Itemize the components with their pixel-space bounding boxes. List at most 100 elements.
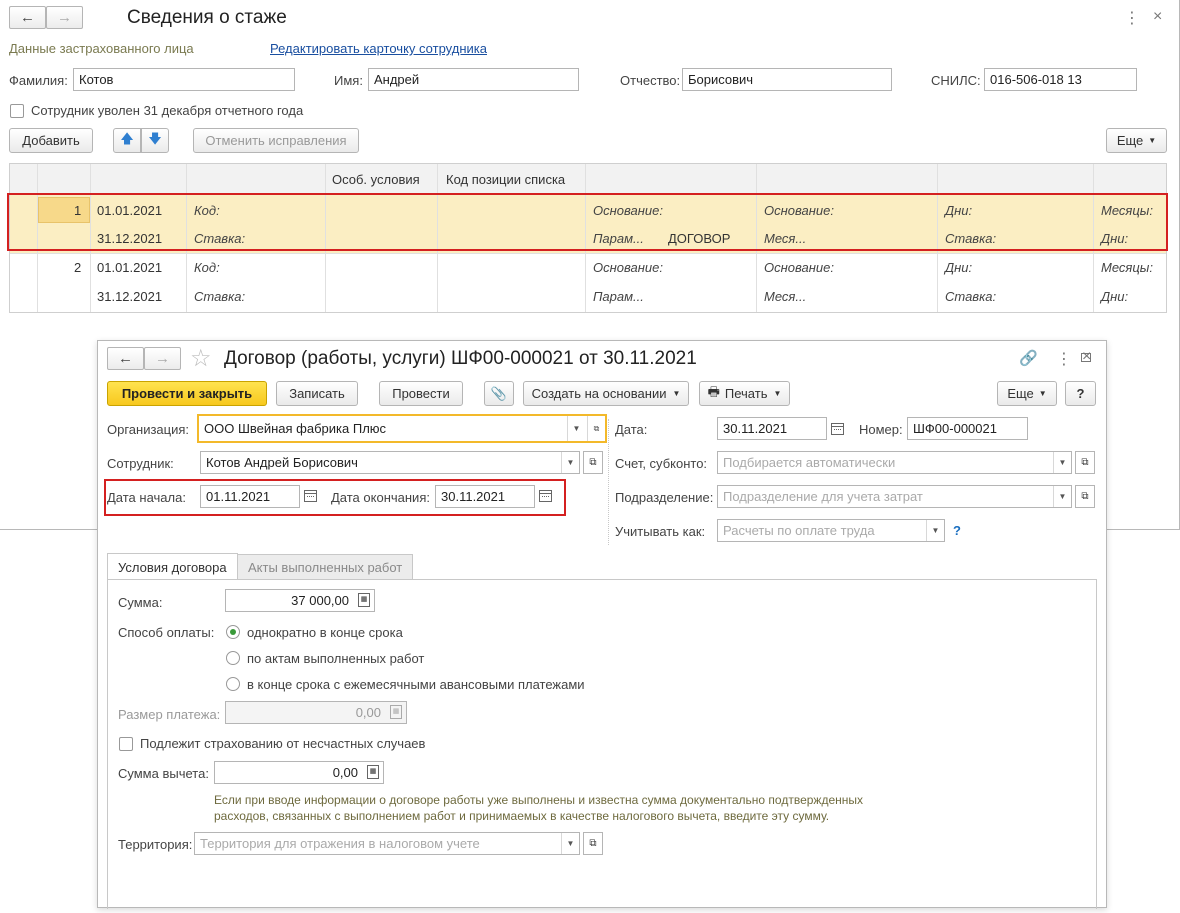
account-as-placeholder: Расчеты по оплате труда <box>723 523 875 538</box>
highlight-frame-row <box>7 193 1168 251</box>
employee-label: Сотрудник: <box>107 456 174 471</box>
payment-option-monthly[interactable] <box>226 677 240 691</box>
tab-acts[interactable]: Акты выполненных работ <box>237 554 414 580</box>
number-field[interactable]: ШФ00-000021 <box>907 417 1028 440</box>
open-icon[interactable]: ⧉ <box>587 416 605 441</box>
deduction-hint-line-2: расходов, связанных с выполнением работ … <box>214 809 830 823</box>
more-menu-icon[interactable]: ⋮ <box>1124 8 1140 28</box>
forward-button[interactable]: → <box>144 347 181 370</box>
post-button[interactable]: Провести <box>379 381 463 406</box>
dismissed-checkbox[interactable] <box>10 104 24 118</box>
more-button-label: Еще <box>1116 133 1144 148</box>
dropdown-arrow-icon[interactable]: ▼ <box>561 833 579 854</box>
create-based-button[interactable]: Создать на основании ▼ <box>523 381 689 406</box>
chevron-down-icon: ▼ <box>672 389 681 398</box>
close-icon[interactable]: × <box>1082 348 1091 366</box>
add-button[interactable]: Добавить <box>9 128 93 153</box>
sum-field[interactable]: 37 000,00 ▦ <box>225 589 375 612</box>
open-territory-button[interactable]: ⧉ <box>583 832 603 855</box>
deduction-label: Сумма вычета: <box>118 766 209 781</box>
column-divider <box>608 419 609 545</box>
print-button[interactable]: 🖶 Печать ▼ <box>699 381 790 406</box>
dropdown-arrow-icon[interactable]: ▼ <box>1053 486 1071 507</box>
department-placeholder: Подразделение для учета затрат <box>723 489 923 504</box>
chevron-down-icon: ▼ <box>1148 136 1157 145</box>
attach-button[interactable]: 📎 <box>484 381 514 406</box>
row-number: 2 <box>74 260 82 275</box>
dropdown-arrow-icon[interactable]: ▼ <box>926 520 944 541</box>
help-button[interactable]: ? <box>1065 381 1096 406</box>
territory-field[interactable]: Территория для отражения в налоговом уче… <box>194 832 580 855</box>
calendar-icon[interactable] <box>831 423 844 435</box>
surname-field[interactable]: Котов <box>73 68 295 91</box>
employee-field[interactable]: Котов Андрей Борисович ▼ <box>200 451 580 474</box>
territory-label: Территория: <box>118 837 193 852</box>
account-field[interactable]: Подбирается автоматически ▼ <box>717 451 1072 474</box>
organization-field[interactable]: ООО Швейная фабрика Плюс ▼ ⧉ <box>197 414 607 443</box>
highlight-frame-dates <box>104 479 566 516</box>
row-mesya: Меся... <box>764 289 807 304</box>
insurance-checkbox-label: Подлежит страхованию от несчастных случа… <box>140 736 426 751</box>
more-button[interactable]: Еще ▼ <box>997 381 1057 406</box>
table-header <box>10 164 1166 194</box>
more-button-label: Еще <box>1007 386 1034 401</box>
snils-field[interactable]: 016-506-018 13 <box>984 68 1137 91</box>
more-button[interactable]: Еще ▼ <box>1106 128 1167 153</box>
open-department-button[interactable]: ⧉ <box>1075 485 1095 508</box>
move-up-button[interactable]: 🡅 <box>113 128 141 153</box>
back-button[interactable]: ← <box>107 347 144 370</box>
row-param: Парам... <box>593 289 644 304</box>
account-as-field[interactable]: Расчеты по оплате труда ▼ <box>717 519 945 542</box>
number-value: ШФ00-000021 <box>913 421 997 436</box>
account-as-help-link[interactable]: ? <box>953 523 961 538</box>
post-and-close-button[interactable]: Провести и закрыть <box>107 381 267 406</box>
save-button[interactable]: Записать <box>276 381 358 406</box>
territory-placeholder: Территория для отражения в налоговом уче… <box>200 836 480 851</box>
date-value: 30.11.2021 <box>723 421 788 436</box>
calculator-icon[interactable]: ▦ <box>358 593 370 607</box>
forward-button[interactable]: → <box>46 6 83 29</box>
row-osnovanie-2: Основание: <box>764 260 834 275</box>
row-mesyacy: Месяцы: <box>1101 260 1153 275</box>
open-account-button[interactable]: ⧉ <box>1075 451 1095 474</box>
row-dni: Дни: <box>945 260 973 275</box>
dropdown-arrow-icon[interactable]: ▼ <box>561 452 579 473</box>
cancel-fix-button[interactable]: Отменить исправления <box>193 128 359 153</box>
payment-option-acts[interactable] <box>226 651 240 665</box>
chevron-down-icon: ▼ <box>773 389 782 398</box>
number-label: Номер: <box>859 422 903 437</box>
dropdown-arrow-icon[interactable]: ▼ <box>567 416 585 441</box>
printer-icon: 🖶 <box>707 383 720 399</box>
sum-label: Сумма: <box>118 595 163 610</box>
date-field[interactable]: 30.11.2021 <box>717 417 827 440</box>
deduction-hint-line-1: Если при вводе информации о договоре раб… <box>214 793 863 807</box>
contract-window: ← → ☆ Договор (работы, услуги) ШФ00-0000… <box>97 340 1107 909</box>
tab-contract-conditions[interactable]: Условия договора <box>107 553 238 580</box>
window-title: Договор (работы, услуги) ШФ00-000021 от … <box>224 348 697 369</box>
close-icon[interactable]: × <box>1153 8 1162 26</box>
payment-option-once[interactable] <box>226 625 240 639</box>
move-down-button[interactable]: 🡇 <box>141 128 169 153</box>
more-menu-icon[interactable]: ⋮ <box>1056 349 1072 369</box>
edit-employee-link[interactable]: Редактировать карточку сотрудника <box>270 41 487 56</box>
department-field[interactable]: Подразделение для учета затрат ▼ <box>717 485 1072 508</box>
patronymic-field[interactable]: Борисович <box>682 68 892 91</box>
dropdown-arrow-icon[interactable]: ▼ <box>1053 452 1071 473</box>
patronymic-label: Отчество: <box>620 73 681 88</box>
paperclip-icon: 📎 <box>490 385 508 401</box>
row-osnovanie-1: Основание: <box>593 260 663 275</box>
open-employee-button[interactable]: ⧉ <box>583 451 603 474</box>
name-field[interactable]: Андрей <box>368 68 579 91</box>
favorite-star-icon[interactable]: ☆ <box>190 344 212 373</box>
back-button[interactable]: ← <box>9 6 46 29</box>
department-label: Подразделение: <box>615 490 714 505</box>
organization-label: Организация: <box>107 422 190 437</box>
date-label: Дата: <box>615 422 648 437</box>
header-list-position-code: Код позиции списка <box>446 172 566 187</box>
link-icon[interactable]: 🔗 <box>1019 349 1038 367</box>
deduction-value: 0,00 <box>332 765 358 780</box>
calculator-icon[interactable]: ▦ <box>367 765 379 779</box>
insurance-checkbox[interactable] <box>119 737 133 751</box>
deduction-field[interactable]: 0,00 ▦ <box>214 761 384 784</box>
header-special-conditions: Особ. условия <box>332 172 420 187</box>
